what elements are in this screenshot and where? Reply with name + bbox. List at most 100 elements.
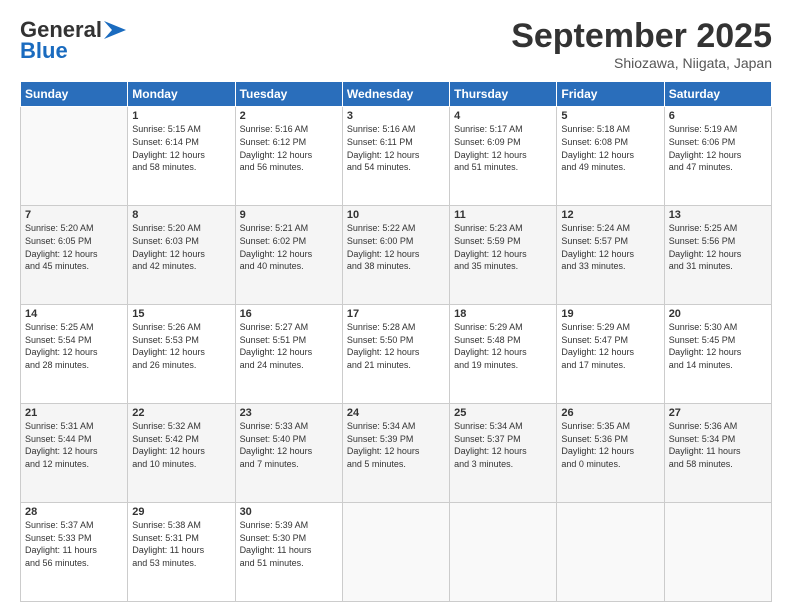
table-row: 11Sunrise: 5:23 AM Sunset: 5:59 PM Dayli… (450, 206, 557, 305)
table-row: 12Sunrise: 5:24 AM Sunset: 5:57 PM Dayli… (557, 206, 664, 305)
table-row: 4Sunrise: 5:17 AM Sunset: 6:09 PM Daylig… (450, 107, 557, 206)
day-number: 12 (561, 209, 659, 221)
table-row: 22Sunrise: 5:32 AM Sunset: 5:42 PM Dayli… (128, 404, 235, 503)
day-info: Sunrise: 5:33 AM Sunset: 5:40 PM Dayligh… (240, 420, 338, 470)
page: General Blue September 2025 Shiozawa, Ni… (0, 0, 792, 612)
table-row: 21Sunrise: 5:31 AM Sunset: 5:44 PM Dayli… (21, 404, 128, 503)
day-info: Sunrise: 5:17 AM Sunset: 6:09 PM Dayligh… (454, 123, 552, 173)
table-row (450, 503, 557, 602)
day-info: Sunrise: 5:15 AM Sunset: 6:14 PM Dayligh… (132, 123, 230, 173)
header-sunday: Sunday (21, 82, 128, 107)
table-row: 14Sunrise: 5:25 AM Sunset: 5:54 PM Dayli… (21, 305, 128, 404)
logo-arrow-icon (104, 21, 126, 39)
table-row: 19Sunrise: 5:29 AM Sunset: 5:47 PM Dayli… (557, 305, 664, 404)
day-info: Sunrise: 5:16 AM Sunset: 6:11 PM Dayligh… (347, 123, 445, 173)
day-info: Sunrise: 5:34 AM Sunset: 5:37 PM Dayligh… (454, 420, 552, 470)
day-info: Sunrise: 5:36 AM Sunset: 5:34 PM Dayligh… (669, 420, 767, 470)
table-row: 30Sunrise: 5:39 AM Sunset: 5:30 PM Dayli… (235, 503, 342, 602)
title-area: September 2025 Shiozawa, Niigata, Japan (511, 18, 772, 71)
day-number: 2 (240, 110, 338, 122)
day-number: 7 (25, 209, 123, 221)
day-number: 19 (561, 308, 659, 320)
day-number: 8 (132, 209, 230, 221)
day-number: 20 (669, 308, 767, 320)
days-header-row: Sunday Monday Tuesday Wednesday Thursday… (21, 82, 772, 107)
day-info: Sunrise: 5:35 AM Sunset: 5:36 PM Dayligh… (561, 420, 659, 470)
table-row: 16Sunrise: 5:27 AM Sunset: 5:51 PM Dayli… (235, 305, 342, 404)
header-saturday: Saturday (664, 82, 771, 107)
table-row (557, 503, 664, 602)
table-row: 10Sunrise: 5:22 AM Sunset: 6:00 PM Dayli… (342, 206, 449, 305)
day-info: Sunrise: 5:20 AM Sunset: 6:05 PM Dayligh… (25, 222, 123, 272)
month-title: September 2025 (511, 18, 772, 55)
day-info: Sunrise: 5:23 AM Sunset: 5:59 PM Dayligh… (454, 222, 552, 272)
day-info: Sunrise: 5:24 AM Sunset: 5:57 PM Dayligh… (561, 222, 659, 272)
day-info: Sunrise: 5:29 AM Sunset: 5:48 PM Dayligh… (454, 321, 552, 371)
calendar-week-row: 28Sunrise: 5:37 AM Sunset: 5:33 PM Dayli… (21, 503, 772, 602)
calendar-week-row: 1Sunrise: 5:15 AM Sunset: 6:14 PM Daylig… (21, 107, 772, 206)
table-row: 8Sunrise: 5:20 AM Sunset: 6:03 PM Daylig… (128, 206, 235, 305)
day-number: 4 (454, 110, 552, 122)
day-info: Sunrise: 5:18 AM Sunset: 6:08 PM Dayligh… (561, 123, 659, 173)
table-row: 1Sunrise: 5:15 AM Sunset: 6:14 PM Daylig… (128, 107, 235, 206)
day-info: Sunrise: 5:29 AM Sunset: 5:47 PM Dayligh… (561, 321, 659, 371)
table-row (342, 503, 449, 602)
table-row: 3Sunrise: 5:16 AM Sunset: 6:11 PM Daylig… (342, 107, 449, 206)
day-number: 11 (454, 209, 552, 221)
day-number: 16 (240, 308, 338, 320)
table-row: 27Sunrise: 5:36 AM Sunset: 5:34 PM Dayli… (664, 404, 771, 503)
day-info: Sunrise: 5:31 AM Sunset: 5:44 PM Dayligh… (25, 420, 123, 470)
table-row: 26Sunrise: 5:35 AM Sunset: 5:36 PM Dayli… (557, 404, 664, 503)
day-number: 24 (347, 407, 445, 419)
day-info: Sunrise: 5:32 AM Sunset: 5:42 PM Dayligh… (132, 420, 230, 470)
day-info: Sunrise: 5:39 AM Sunset: 5:30 PM Dayligh… (240, 519, 338, 569)
day-info: Sunrise: 5:37 AM Sunset: 5:33 PM Dayligh… (25, 519, 123, 569)
day-info: Sunrise: 5:34 AM Sunset: 5:39 PM Dayligh… (347, 420, 445, 470)
day-number: 14 (25, 308, 123, 320)
day-number: 22 (132, 407, 230, 419)
table-row: 18Sunrise: 5:29 AM Sunset: 5:48 PM Dayli… (450, 305, 557, 404)
table-row: 15Sunrise: 5:26 AM Sunset: 5:53 PM Dayli… (128, 305, 235, 404)
location: Shiozawa, Niigata, Japan (511, 55, 772, 71)
day-number: 9 (240, 209, 338, 221)
day-info: Sunrise: 5:16 AM Sunset: 6:12 PM Dayligh… (240, 123, 338, 173)
logo-blue: Blue (20, 38, 68, 64)
header-monday: Monday (128, 82, 235, 107)
day-info: Sunrise: 5:27 AM Sunset: 5:51 PM Dayligh… (240, 321, 338, 371)
day-number: 3 (347, 110, 445, 122)
day-number: 23 (240, 407, 338, 419)
table-row: 5Sunrise: 5:18 AM Sunset: 6:08 PM Daylig… (557, 107, 664, 206)
day-number: 28 (25, 506, 123, 518)
day-number: 1 (132, 110, 230, 122)
day-number: 26 (561, 407, 659, 419)
table-row: 13Sunrise: 5:25 AM Sunset: 5:56 PM Dayli… (664, 206, 771, 305)
day-info: Sunrise: 5:25 AM Sunset: 5:56 PM Dayligh… (669, 222, 767, 272)
calendar-week-row: 14Sunrise: 5:25 AM Sunset: 5:54 PM Dayli… (21, 305, 772, 404)
day-number: 17 (347, 308, 445, 320)
day-number: 18 (454, 308, 552, 320)
day-number: 21 (25, 407, 123, 419)
day-info: Sunrise: 5:19 AM Sunset: 6:06 PM Dayligh… (669, 123, 767, 173)
table-row: 29Sunrise: 5:38 AM Sunset: 5:31 PM Dayli… (128, 503, 235, 602)
day-number: 25 (454, 407, 552, 419)
logo: General Blue (20, 18, 126, 64)
table-row: 20Sunrise: 5:30 AM Sunset: 5:45 PM Dayli… (664, 305, 771, 404)
day-info: Sunrise: 5:25 AM Sunset: 5:54 PM Dayligh… (25, 321, 123, 371)
header-friday: Friday (557, 82, 664, 107)
calendar-week-row: 7Sunrise: 5:20 AM Sunset: 6:05 PM Daylig… (21, 206, 772, 305)
table-row (21, 107, 128, 206)
day-info: Sunrise: 5:20 AM Sunset: 6:03 PM Dayligh… (132, 222, 230, 272)
calendar-week-row: 21Sunrise: 5:31 AM Sunset: 5:44 PM Dayli… (21, 404, 772, 503)
day-info: Sunrise: 5:22 AM Sunset: 6:00 PM Dayligh… (347, 222, 445, 272)
day-number: 29 (132, 506, 230, 518)
table-row: 24Sunrise: 5:34 AM Sunset: 5:39 PM Dayli… (342, 404, 449, 503)
header-thursday: Thursday (450, 82, 557, 107)
day-info: Sunrise: 5:21 AM Sunset: 6:02 PM Dayligh… (240, 222, 338, 272)
table-row: 9Sunrise: 5:21 AM Sunset: 6:02 PM Daylig… (235, 206, 342, 305)
calendar-table: Sunday Monday Tuesday Wednesday Thursday… (20, 81, 772, 602)
day-number: 27 (669, 407, 767, 419)
day-number: 13 (669, 209, 767, 221)
table-row: 23Sunrise: 5:33 AM Sunset: 5:40 PM Dayli… (235, 404, 342, 503)
table-row: 6Sunrise: 5:19 AM Sunset: 6:06 PM Daylig… (664, 107, 771, 206)
day-number: 10 (347, 209, 445, 221)
